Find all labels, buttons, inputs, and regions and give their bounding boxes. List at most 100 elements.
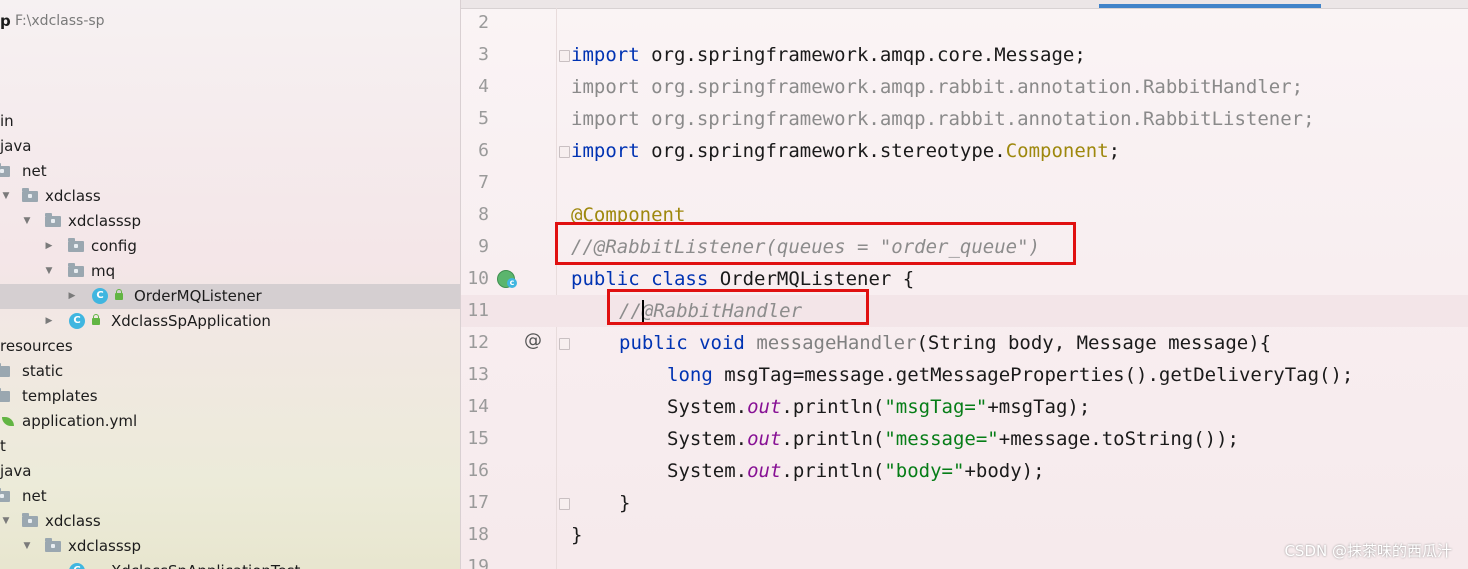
highlight-box-rabbithandler [607, 289, 869, 325]
tree-row-static[interactable]: static [0, 359, 460, 384]
code-text: .println( [781, 396, 885, 418]
package-folder-icon [68, 238, 84, 252]
tree-row-templates[interactable]: templates [0, 384, 460, 409]
tree-item-label: in [0, 112, 14, 130]
fold-icon[interactable] [559, 50, 570, 62]
code-text: import org.springframework.amqp.rabbit.a… [571, 76, 1304, 98]
spring-bean-icon[interactable] [497, 270, 517, 288]
line-number: 2 [478, 12, 489, 33]
code-line[interactable]: 13 long msgTag=message.getMessagePropert… [461, 359, 1468, 391]
code-text: OrderMQListener { [708, 268, 915, 290]
tree-row-java[interactable]: java [0, 134, 460, 159]
line-number: 10 [467, 268, 489, 289]
tree-row-test-java[interactable]: java [0, 459, 460, 484]
code-line[interactable]: 3 import org.springframework.amqp.core.M… [461, 39, 1468, 71]
chevron-right-icon[interactable]: ▶ [66, 284, 78, 309]
code-text: ; [1108, 140, 1121, 162]
keyword: import [571, 140, 640, 162]
line-number: 7 [478, 172, 489, 193]
spring-boot-class-icon: C [69, 313, 85, 329]
code-text: } [619, 492, 631, 514]
code-line[interactable]: 12 public void messageHandler(String bod… [461, 327, 1468, 359]
code-text: System. [667, 460, 748, 482]
code-line[interactable]: 16 System.out.println("body="+body); [461, 455, 1468, 487]
code-text: msgTag=message.getMessageProperties().ge… [712, 364, 1354, 386]
tree-row-test-xdclasssp[interactable]: ▼ xdclasssp [0, 534, 460, 559]
tree-row-ordermqlistener[interactable]: ▶ C OrderMQListener [0, 284, 460, 309]
fold-icon[interactable] [559, 146, 570, 158]
static-field: out [747, 460, 782, 482]
code-text: +message.toString()); [998, 428, 1239, 450]
at-icon[interactable]: @ [524, 330, 542, 351]
tree-row-net[interactable]: net [0, 159, 460, 184]
string-literal: "msgTag=" [884, 396, 988, 418]
chevron-down-icon[interactable]: ▼ [21, 209, 33, 234]
keyword: long [667, 364, 713, 386]
chevron-down-icon[interactable]: ▼ [0, 509, 12, 534]
chevron-down-icon[interactable]: ▼ [0, 184, 12, 209]
keyword: void [699, 332, 745, 354]
tree-row-application-yml[interactable]: application.yml [0, 409, 460, 434]
tree-item-label: net [22, 487, 47, 505]
project-path: F:\xdclass-sp [15, 13, 105, 29]
code-text: org.springframework.stereotype. [639, 140, 1006, 162]
line-number: 8 [478, 204, 489, 225]
chevron-right-icon[interactable]: ▶ [43, 309, 55, 334]
code-text: +body); [964, 460, 1045, 482]
watermark: CSDN @抹茶味的西瓜汁 [1284, 542, 1452, 560]
tree-item-label: OrderMQListener [134, 287, 262, 305]
code-line[interactable]: 6 import org.springframework.stereotype.… [461, 135, 1468, 167]
test-class-icon: C [69, 563, 85, 569]
tree-row-config[interactable]: ▶ config [0, 234, 460, 259]
keyword: public [571, 268, 640, 290]
line-number: 18 [467, 524, 489, 545]
tree-row-test-xdclass[interactable]: ▼ xdclass [0, 509, 460, 534]
package-folder-icon [0, 163, 10, 177]
tree-item-label: xdclasssp [68, 537, 141, 555]
package-folder-icon [22, 188, 38, 202]
chevron-down-icon[interactable]: ▼ [21, 534, 33, 559]
code-line[interactable]: 4 import org.springframework.amqp.rabbit… [461, 71, 1468, 103]
code-line[interactable]: 2 [461, 7, 1468, 39]
code-text: System. [667, 396, 748, 418]
fold-icon[interactable] [559, 498, 570, 510]
tree-row-xdclasssp[interactable]: ▼ xdclasssp [0, 209, 460, 234]
package-folder-icon [45, 213, 61, 227]
tree-item-label: resources [0, 337, 73, 355]
folder-icon [0, 363, 10, 377]
tree-row-test-net[interactable]: net [0, 484, 460, 509]
package-folder-icon [22, 513, 38, 527]
tree-row-xdclassspapplication[interactable]: ▶ C XdclassSpApplication [0, 309, 460, 334]
tree-row-resources[interactable]: resources [0, 334, 460, 359]
chevron-down-icon[interactable]: ▼ [43, 259, 55, 284]
tree-item-label: java [0, 137, 32, 155]
chevron-right-icon[interactable]: ▶ [43, 234, 55, 259]
code-editor[interactable]: 2 3 import org.springframework.amqp.core… [461, 0, 1468, 569]
folder-icon [0, 388, 10, 402]
tree-row-main[interactable]: in [0, 109, 460, 134]
tree-row-xdclass[interactable]: ▼ xdclass [0, 184, 460, 209]
tree-item-label: templates [22, 387, 98, 405]
spring-config-icon [2, 417, 14, 426]
tree-item-label: application.yml [22, 412, 138, 430]
tree-row-test-application[interactable]: C XdclassSpApplicationTest [0, 559, 460, 569]
tree-item-label: XdclassSpApplication [111, 312, 271, 330]
code-line[interactable]: 5 import org.springframework.amqp.rabbit… [461, 103, 1468, 135]
tree-row-test[interactable]: t [0, 434, 460, 459]
project-tree-panel: p F:\xdclass-sp in java net ▼ xdclass ▼ … [0, 0, 461, 569]
tree-item-label: java [0, 462, 32, 480]
code-line[interactable]: 14 System.out.println("msgTag="+msgTag); [461, 391, 1468, 423]
line-number: 13 [467, 364, 489, 385]
package-folder-icon [45, 538, 61, 552]
tree-row-mq[interactable]: ▼ mq [0, 259, 460, 284]
code-line[interactable]: 17 } [461, 487, 1468, 519]
code-line[interactable]: 15 System.out.println("message="+message… [461, 423, 1468, 455]
package-folder-icon [0, 488, 10, 502]
tree-item-label: t [0, 437, 6, 455]
line-number: 4 [478, 76, 489, 97]
code-text: org.springframework.amqp.core.Message; [639, 44, 1086, 66]
fold-icon[interactable] [559, 338, 570, 350]
tree-row-project-root[interactable]: p F:\xdclass-sp [0, 9, 460, 34]
package-folder-icon [68, 263, 84, 277]
code-line[interactable]: 7 [461, 167, 1468, 199]
